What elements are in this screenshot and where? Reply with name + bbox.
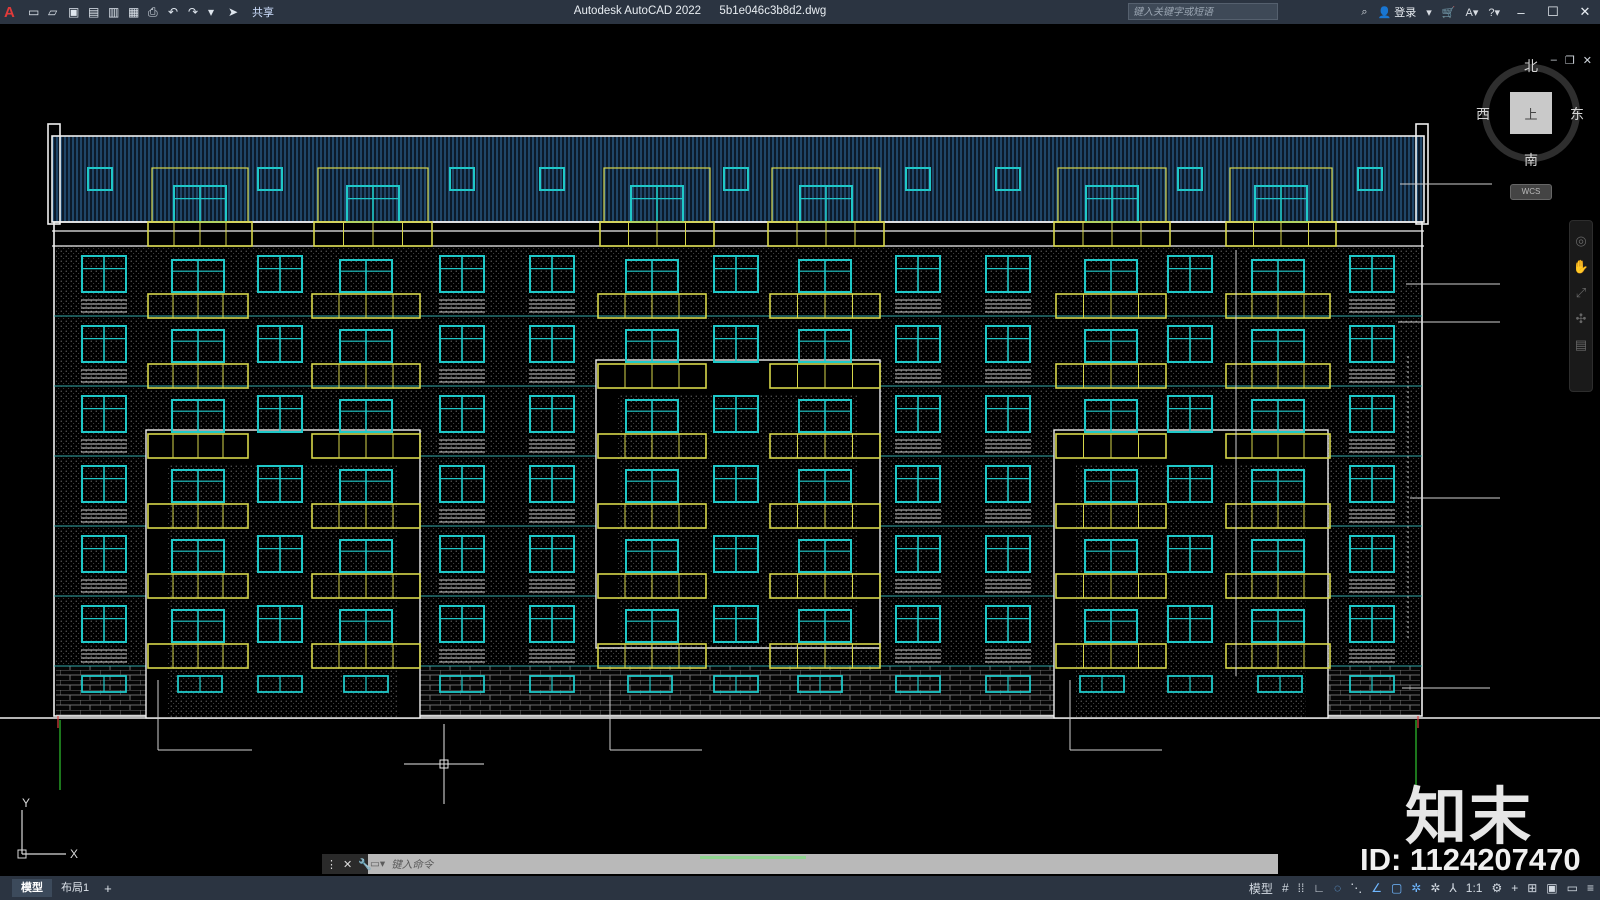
doc-restore-button[interactable]: ❐ bbox=[1565, 54, 1575, 67]
doc-close-button[interactable]: ✕ bbox=[1583, 54, 1592, 67]
workspace-gear-icon[interactable]: ⚙ bbox=[1491, 881, 1502, 895]
ortho-icon[interactable]: ∟ bbox=[1313, 881, 1325, 895]
osnap-tracking-icon[interactable]: ∠ bbox=[1371, 881, 1382, 895]
customization-menu-icon[interactable]: ≡ bbox=[1587, 881, 1594, 895]
polar-icon[interactable]: ◌ bbox=[1334, 881, 1341, 895]
help-icon[interactable]: ?▾ bbox=[1488, 6, 1500, 19]
a360-icon[interactable]: A▾ bbox=[1466, 6, 1479, 19]
command-progress-indicator bbox=[700, 856, 806, 859]
wcs-menu[interactable]: WCS bbox=[1510, 184, 1552, 200]
command-history-icon[interactable]: ▭▾ bbox=[370, 858, 385, 870]
orbit-icon[interactable]: ✣ bbox=[1576, 311, 1587, 327]
pan-icon[interactable]: ✋ bbox=[1573, 259, 1589, 275]
maximize-button[interactable]: ☐ bbox=[1542, 4, 1564, 20]
annotation-visibility-icon[interactable]: ✲ bbox=[1411, 881, 1421, 895]
navigation-bar: ◎ ✋ ⤢ ✣ ▤ bbox=[1569, 220, 1593, 392]
login-label: 登录 bbox=[1394, 7, 1417, 19]
osnap-icon[interactable]: ▢ bbox=[1391, 881, 1402, 895]
search-input[interactable]: 键入关键字或短语 bbox=[1128, 3, 1278, 20]
drag-handle-icon[interactable]: ⋮ bbox=[326, 858, 337, 871]
title-bar: A ▭ ▱ ▣ ▤ ▥ ▦ ⎙ ↶ ↷ ▾ ➤ 共享 Autodesk Auto… bbox=[0, 0, 1600, 24]
watermark-id: ID: 1124207470 bbox=[1360, 842, 1581, 877]
compass-east[interactable]: 东 bbox=[1570, 104, 1584, 124]
tab-layout1[interactable]: 布局1 bbox=[52, 879, 98, 897]
isodraft-icon[interactable]: ⋱ bbox=[1350, 881, 1362, 895]
status-bar: 模型 布局1 + 模型 # ⁞⁞ ∟ ◌ ⋱ ∠ ▢ ✲ ✲ ⅄ 1:1 ⚙ +… bbox=[0, 876, 1600, 900]
viewcube-top-face[interactable]: 上 bbox=[1510, 92, 1552, 134]
annotation-scale-value[interactable]: 1:1 bbox=[1466, 881, 1483, 895]
customize-wrench-icon[interactable]: 🔧 bbox=[358, 858, 372, 871]
units-icon[interactable]: ⊞ bbox=[1527, 881, 1537, 895]
building-elevation-drawing bbox=[0, 123, 1600, 804]
minimize-button[interactable]: – bbox=[1510, 5, 1532, 20]
ucs-x-label: X bbox=[70, 847, 78, 860]
ucs-icon: Y X bbox=[17, 798, 78, 860]
quick-properties-icon[interactable]: ▣ bbox=[1546, 881, 1557, 895]
chevron-down-icon[interactable]: ▾ bbox=[1426, 6, 1432, 19]
drawing-viewport[interactable]: – ❐ ✕ bbox=[0, 24, 1600, 874]
document-window-controls: – ❐ ✕ bbox=[1551, 54, 1592, 67]
close-command-icon[interactable]: ✕ bbox=[343, 858, 352, 871]
compass-north[interactable]: 北 bbox=[1524, 56, 1538, 76]
search-icon[interactable]: ⌕ bbox=[1361, 6, 1367, 19]
cart-icon[interactable]: 🛒 bbox=[1442, 6, 1456, 19]
app-name: Autodesk AutoCAD 2022 bbox=[573, 5, 702, 17]
annotation-monitor-icon[interactable]: + bbox=[1511, 881, 1518, 895]
title-right-controls: ⌕ 👤 登录 ▾ 🛒 A▾ ?▾ – ☐ ✕ bbox=[1361, 0, 1596, 24]
ucs-y-label: Y bbox=[22, 798, 30, 810]
steering-wheel-icon[interactable]: ◎ bbox=[1575, 233, 1586, 249]
file-name: 5b1e046c3b8d2.dwg bbox=[719, 5, 827, 17]
command-input[interactable]: 键入命令 bbox=[391, 857, 433, 872]
grid-icon[interactable]: # bbox=[1282, 881, 1289, 895]
tab-model[interactable]: 模型 bbox=[12, 879, 52, 897]
doc-minimize-button[interactable]: – bbox=[1551, 54, 1557, 67]
compass-south[interactable]: 南 bbox=[1524, 150, 1538, 170]
compass-west[interactable]: 西 bbox=[1476, 104, 1490, 124]
model-space-button[interactable]: 模型 bbox=[1249, 880, 1273, 897]
snap-icon[interactable]: ⁞⁞ bbox=[1298, 881, 1305, 895]
login-button[interactable]: 👤 登录 bbox=[1378, 4, 1417, 20]
zoom-icon[interactable]: ⤢ bbox=[1576, 285, 1586, 301]
auto-scale-icon[interactable]: ✲ bbox=[1430, 881, 1440, 895]
add-layout-button[interactable]: + bbox=[98, 881, 118, 896]
showmotion-icon[interactable]: ▤ bbox=[1575, 337, 1587, 353]
command-line-handle: ⋮ ✕ 🔧 bbox=[322, 854, 372, 874]
status-toggles: 模型 # ⁞⁞ ∟ ◌ ⋱ ∠ ▢ ✲ ✲ ⅄ 1:1 ⚙ + ⊞ ▣ ▭ ≡ bbox=[1249, 876, 1594, 900]
clean-screen-icon[interactable]: ▭ bbox=[1567, 881, 1578, 895]
close-button[interactable]: ✕ bbox=[1574, 4, 1596, 20]
annotation-scale-icon[interactable]: ⅄ bbox=[1449, 881, 1456, 895]
